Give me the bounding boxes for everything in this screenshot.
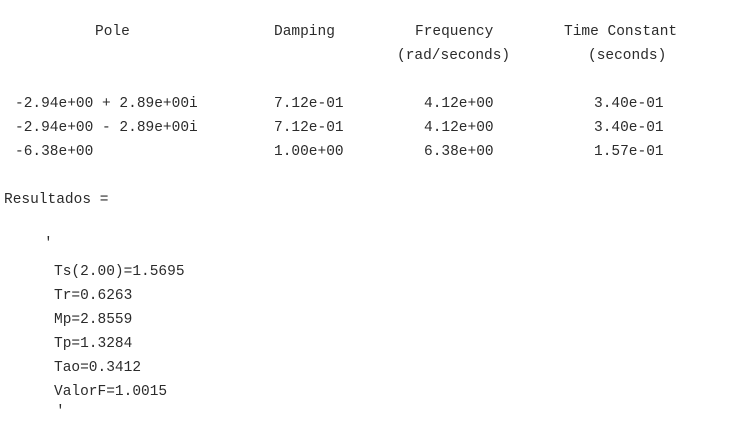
header-frequency: Frequency <box>415 24 494 40</box>
damping-value: 7.12e-01 <box>274 120 344 136</box>
header-damping: Damping <box>274 24 335 40</box>
command-window-output: Pole Damping Frequency Time Constant (ra… <box>0 0 743 428</box>
pole-value: -6.38e+00 <box>15 144 94 160</box>
header-time-constant-unit: (seconds) <box>588 48 667 64</box>
header-time-constant: Time Constant <box>564 24 678 40</box>
result-line: Tp=1.3284 <box>54 336 133 352</box>
damping-value: 1.00e+00 <box>274 144 344 160</box>
frequency-value: 4.12e+00 <box>424 96 494 112</box>
result-line: ValorF=1.0015 <box>54 384 168 400</box>
time-constant-value: 1.57e-01 <box>594 144 664 160</box>
damping-value: 7.12e-01 <box>274 96 344 112</box>
header-frequency-unit: (rad/seconds) <box>397 48 511 64</box>
time-constant-value: 3.40e-01 <box>594 120 664 136</box>
pole-value: -2.94e+00 - 2.89e+00i <box>15 120 198 136</box>
time-constant-value: 3.40e-01 <box>594 96 664 112</box>
result-line: Mp=2.8559 <box>54 312 133 328</box>
pole-value: -2.94e+00 + 2.89e+00i <box>15 96 198 112</box>
result-line: Tao=0.3412 <box>54 360 142 376</box>
header-pole: Pole <box>95 24 130 40</box>
results-open-quote: ' <box>44 236 53 252</box>
results-label: Resultados = <box>4 192 109 208</box>
results-close-quote: ' <box>56 404 65 420</box>
result-line: Ts(2.00)=1.5695 <box>54 264 185 280</box>
frequency-value: 4.12e+00 <box>424 120 494 136</box>
frequency-value: 6.38e+00 <box>424 144 494 160</box>
result-line: Tr=0.6263 <box>54 288 133 304</box>
